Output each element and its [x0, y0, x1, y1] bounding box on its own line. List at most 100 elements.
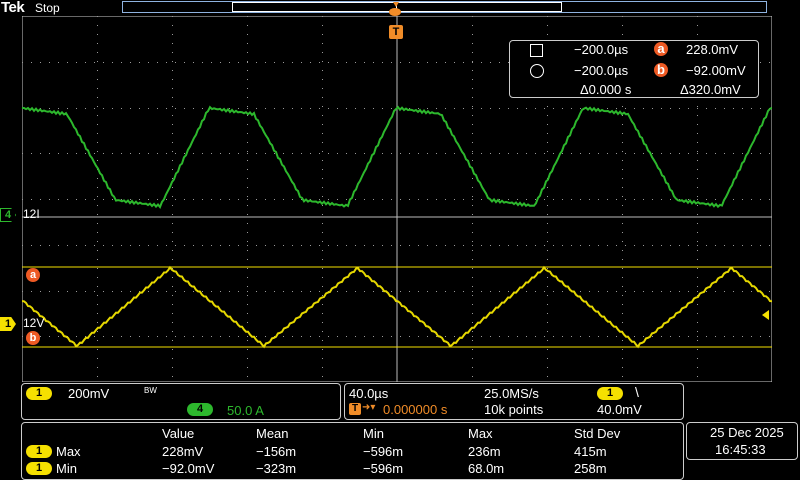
grid-dot	[598, 336, 599, 337]
ch1-badge[interactable]: 1	[26, 387, 52, 400]
trigger-level[interactable]: 40.0mV	[597, 402, 642, 417]
grid-dot	[211, 199, 212, 200]
grid-dot	[22, 62, 23, 63]
grid-dot	[547, 214, 548, 215]
grid-dot	[622, 322, 623, 323]
grid-dot	[382, 336, 383, 337]
grid-dot	[157, 336, 158, 337]
grid-dot	[103, 336, 104, 337]
grid-dot	[172, 178, 173, 179]
ch4-badge[interactable]: 4	[187, 403, 213, 416]
grid-dot	[769, 336, 770, 337]
grid-dot	[172, 367, 173, 368]
trigger-position-marker[interactable]: T	[389, 2, 403, 39]
grid-dot	[547, 259, 548, 260]
grid-dot	[472, 241, 473, 242]
grid-dot	[472, 178, 473, 179]
grid-dot	[625, 108, 626, 109]
grid-dot	[94, 199, 95, 200]
grid-dot	[322, 43, 323, 44]
ch1-scale[interactable]: 200mV	[68, 386, 109, 401]
grid-dot	[553, 291, 554, 292]
grid-dot	[247, 336, 248, 337]
time-scale[interactable]: 40.0µs	[349, 386, 388, 401]
grid-dot	[733, 336, 734, 337]
grid-dot	[328, 62, 329, 63]
trigger-arrow-icon: ➜▾	[362, 402, 376, 413]
grid-dot	[481, 153, 482, 154]
ch1-ground-marker[interactable]: 1	[0, 317, 18, 331]
cursor-b-marker[interactable]: b	[26, 331, 40, 345]
vertical-settings-panel[interactable]: 1 200mV BW 4 50.0 A	[21, 383, 341, 420]
grid-dot	[391, 336, 392, 337]
grid-dot	[172, 250, 173, 251]
grid-dot	[172, 376, 173, 377]
grid-dot	[76, 62, 77, 63]
grid-dot	[751, 336, 752, 337]
row1-measure-name[interactable]: Max	[56, 444, 81, 459]
grid-dot	[436, 245, 437, 246]
grid-dot	[193, 199, 194, 200]
trigger-position[interactable]: 0.000000 s	[383, 402, 447, 417]
grid-dot	[742, 291, 743, 292]
grid-dot	[580, 108, 581, 109]
run-state[interactable]: Stop	[35, 1, 60, 15]
grid-dot	[670, 245, 671, 246]
grid-dot	[616, 245, 617, 246]
grid-dot	[526, 245, 527, 246]
grid-dot	[310, 336, 311, 337]
grid-dot	[319, 153, 320, 154]
grid-dot	[553, 336, 554, 337]
grid-dot	[130, 245, 131, 246]
grid-dot	[769, 291, 770, 292]
grid-dot	[247, 286, 248, 287]
grid-dot	[247, 106, 248, 107]
grid-dot	[697, 336, 698, 337]
grid-dot	[121, 199, 122, 200]
trigger-source-badge[interactable]: 1	[597, 387, 623, 400]
grid-dot	[265, 108, 266, 109]
grid-dot	[622, 16, 623, 17]
grid-dot	[547, 232, 548, 233]
measurement-panel[interactable]: Value Mean Min Max Std Dev 1 Max 228mV −…	[21, 422, 684, 480]
grid-dot	[547, 313, 548, 314]
grid-dot	[94, 245, 95, 246]
grid-dot	[652, 108, 653, 109]
grid-dot	[697, 291, 698, 292]
grid-dot	[97, 376, 98, 377]
grid-dot	[310, 108, 311, 109]
grid-dot	[616, 108, 617, 109]
grid-dot	[58, 291, 59, 292]
grid-dot	[661, 108, 662, 109]
grid-dot	[322, 160, 323, 161]
trigger-slope-icon[interactable]: \	[635, 384, 639, 400]
grid-dot	[97, 187, 98, 188]
row2-measure-name[interactable]: Min	[56, 461, 77, 476]
record-length[interactable]: 10k points	[484, 402, 543, 417]
grid-dot	[697, 268, 698, 269]
grid-dot	[322, 232, 323, 233]
grid-dot	[112, 153, 113, 154]
grid-dot	[499, 245, 500, 246]
grid-dot	[184, 291, 185, 292]
grid-dot	[112, 108, 113, 109]
grid-dot	[622, 34, 623, 35]
cursor-a-marker[interactable]: a	[26, 268, 40, 282]
grid-dot	[760, 336, 761, 337]
horizontal-trigger-panel[interactable]: 40.0µs 25.0MS/s 1 \ T ➜▾ 0.000000 s 10k …	[344, 383, 684, 420]
grid-dot	[751, 108, 752, 109]
ch4-scale[interactable]: 50.0 A	[227, 403, 264, 418]
grid-dot	[769, 62, 770, 63]
grid-dot	[202, 336, 203, 337]
grid-dot	[400, 336, 401, 337]
grid-dot	[148, 62, 149, 63]
grid-dot	[346, 199, 347, 200]
grid-dot	[472, 196, 473, 197]
grid-dot	[172, 205, 173, 206]
grid-dot	[472, 199, 473, 200]
grid-dot	[706, 245, 707, 246]
grid-dot	[247, 79, 248, 80]
ch4-ground-marker[interactable]: 4	[0, 208, 18, 222]
grid-dot	[97, 142, 98, 143]
grid-dot	[247, 153, 248, 154]
